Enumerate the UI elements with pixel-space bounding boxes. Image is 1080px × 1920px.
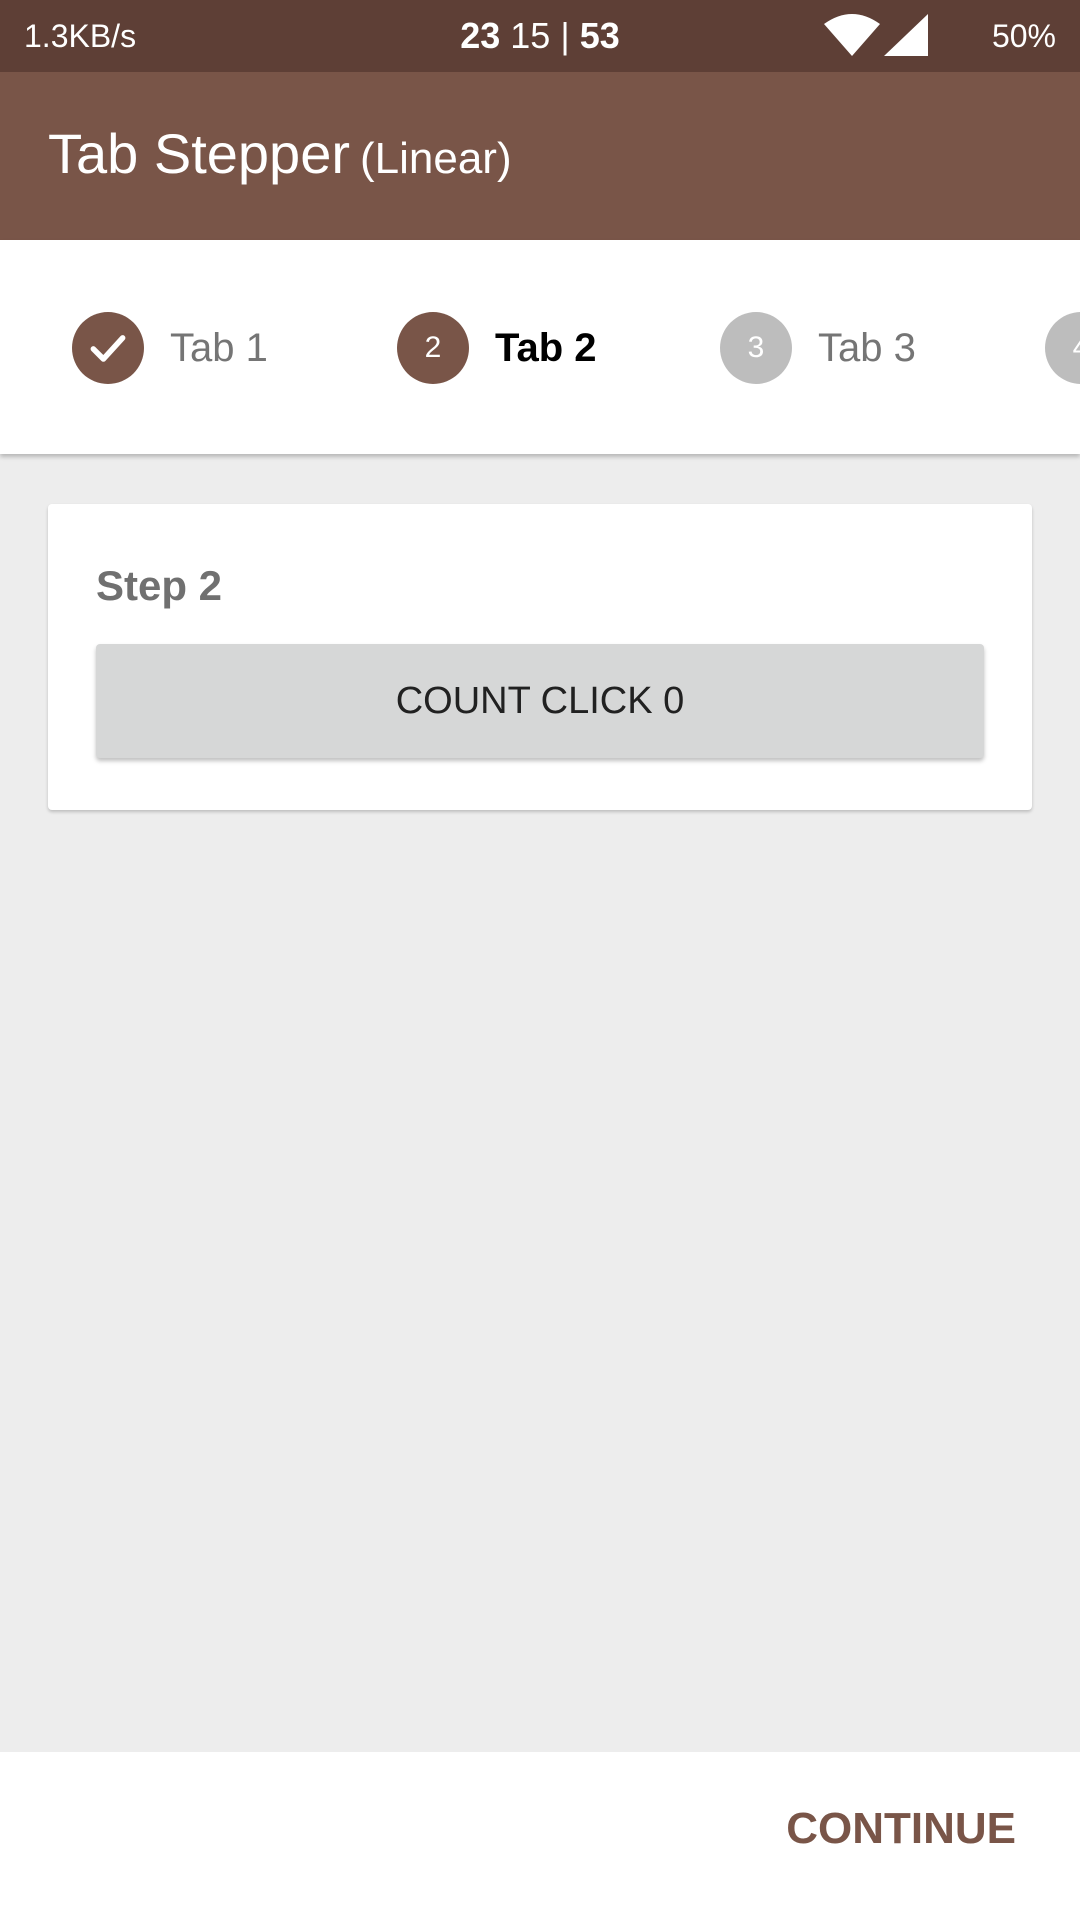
card-title: Step 2 — [96, 562, 223, 609]
continue-button[interactable]: CONTINUE — [786, 1804, 1016, 1854]
app-title-text: Tab Stepper — [48, 122, 350, 185]
app-subtitle: (Linear) — [359, 134, 512, 183]
status-bar: 1.3KB/s 23 15 | 53 50% — [0, 0, 1080, 72]
app-bar: Tab Stepper (Linear) — [0, 72, 1080, 240]
step-tab-2[interactable]: 2 Tab 2 — [397, 312, 597, 384]
step-3-circle: 3 — [720, 312, 792, 384]
step-3-number: 3 — [747, 331, 765, 364]
step-tab-4[interactable]: 4 — [1045, 312, 1080, 384]
clock-minute: 15 — [510, 15, 551, 56]
stepper-header: Tab 1 2 Tab 2 3 Tab 3 4 — [0, 240, 1080, 454]
step-tab-1[interactable]: Tab 1 — [72, 312, 268, 384]
network-speed: 1.3KB/s — [24, 18, 137, 54]
clock-second: 53 — [579, 15, 620, 56]
battery-level: 50% — [991, 18, 1056, 54]
step-1-circle — [72, 312, 144, 384]
step-3-label: Tab 3 — [818, 325, 916, 370]
count-click-button[interactable]: COUNT CLICK 0 — [96, 644, 984, 758]
bottom-bar: CONTINUE — [0, 1752, 1080, 1920]
step-4-number: 4 — [1073, 331, 1080, 365]
step-2-label: Tab 2 — [495, 325, 597, 370]
step-2-circle: 2 — [397, 312, 469, 384]
clock-separator: | — [560, 15, 570, 56]
check-icon — [90, 335, 126, 362]
step-4-circle: 4 — [1045, 312, 1080, 384]
step-tab-3[interactable]: 3 Tab 3 — [720, 312, 916, 384]
app-title: Tab Stepper (Linear) — [48, 126, 512, 182]
wifi-icon — [824, 14, 880, 56]
step-2-number: 2 — [424, 331, 442, 364]
step-1-label: Tab 1 — [170, 325, 268, 370]
clock-hour: 23 — [460, 15, 501, 56]
signal-icon — [884, 14, 928, 56]
step-content-card: Step 2 COUNT CLICK 0 — [48, 504, 1032, 810]
